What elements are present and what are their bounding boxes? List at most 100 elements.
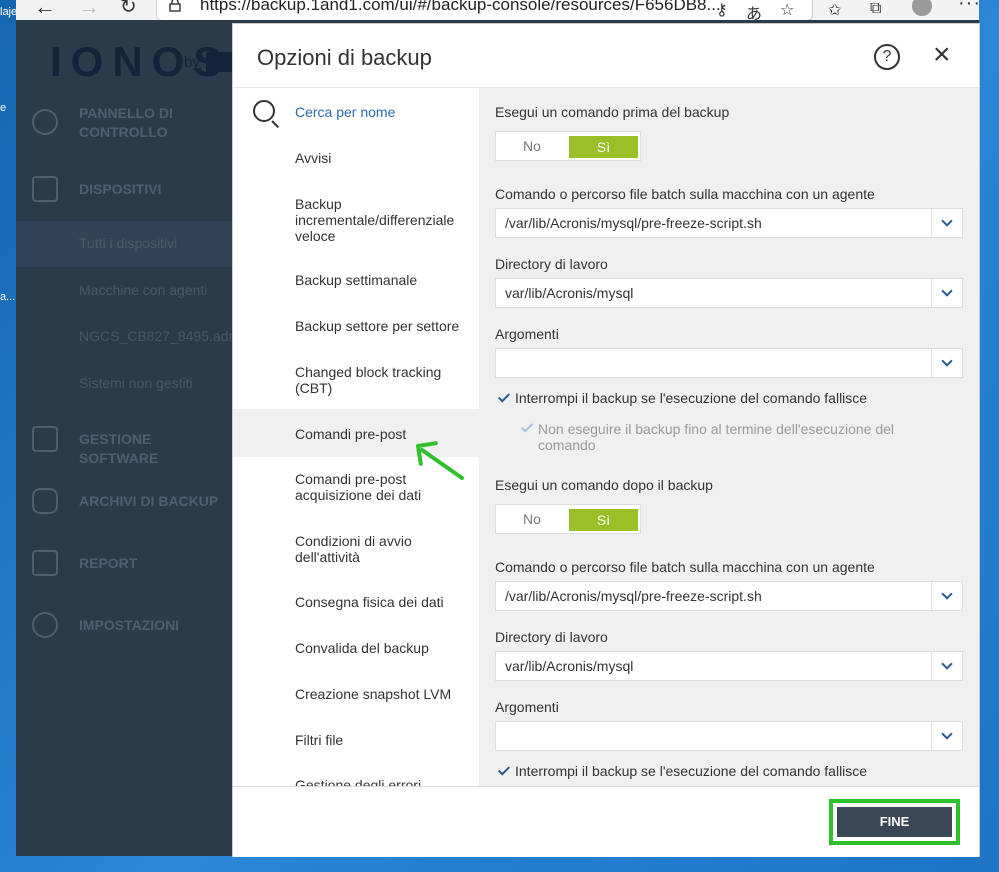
pre-workdir-label: Directory di lavoro [495, 256, 608, 272]
logo-by-text: by [184, 54, 200, 71]
options-list: Cerca per nome Avvisi Backup incremental… [233, 87, 479, 787]
dashboard-icon [32, 109, 58, 135]
option-label: Creazione snapshot LVM [295, 686, 452, 702]
pre-command-label: Esegui un comando prima del backup [495, 104, 730, 120]
field-value: /var/lib/Acronis/mysql/pre-freeze-script… [505, 588, 762, 604]
sidebar-subitem-unmanaged[interactable]: Sistemi non gestiti [79, 375, 193, 391]
toggle-si[interactable]: Sì [569, 136, 638, 158]
lock-icon [169, 0, 181, 12]
post-args-field[interactable] [495, 721, 963, 751]
forward-arrow-icon[interactable]: → [78, 0, 100, 20]
desktop-icon-label[interactable]: a... [0, 291, 15, 303]
option-label: Convalida del backup [295, 640, 429, 656]
help-icon[interactable]: ? [874, 44, 900, 70]
annotation-arrow-icon [416, 441, 464, 480]
option-label: Consegna fisica dei dati [295, 594, 444, 610]
option-label: Backup incrementale/differenziale veloce [295, 196, 455, 244]
search-by-name[interactable]: Cerca per nome [233, 88, 479, 136]
close-icon[interactable]: × [933, 38, 951, 72]
post-workdir-field[interactable]: var/lib/Acronis/mysql [495, 651, 963, 681]
pre-post-settings-panel: Esegui un comando prima del backup No Sì… [479, 87, 979, 787]
option-label: Avvisi [295, 150, 332, 166]
pre-fail-label: Interrompi il backup se l'esecuzione del… [515, 390, 868, 406]
pre-args-label: Argomenti [495, 326, 559, 342]
done-button[interactable]: FINE [837, 807, 952, 837]
post-fail-checkbox[interactable] [497, 764, 511, 778]
sidebar-item-label: REPORT [79, 555, 138, 571]
chevron-down-icon[interactable] [931, 722, 962, 750]
chevron-down-icon[interactable] [931, 279, 962, 307]
post-workdir-label: Directory di lavoro [495, 629, 608, 645]
sidebar-item-archives[interactable]: ARCHIVI DI BACKUP [16, 482, 233, 522]
option-item-weekly-backup[interactable]: Backup settimanale [233, 256, 479, 302]
toggle-si[interactable]: Sì [569, 509, 638, 531]
desktop-icon-label[interactable]: e [0, 102, 6, 114]
gear-icon [32, 612, 58, 638]
back-arrow-icon[interactable]: ← [34, 0, 56, 20]
option-item-sector-by-sector[interactable]: Backup settore per settore [233, 302, 479, 348]
option-label: Filtri file [295, 732, 344, 748]
post-args-label: Argomenti [495, 699, 559, 715]
option-item-physical-delivery[interactable]: Consegna fisica dei dati [233, 581, 479, 627]
post-command-label: Esegui un comando dopo il backup [495, 477, 713, 493]
profile-avatar[interactable] [912, 0, 932, 16]
collections-icon[interactable]: ⧉ [870, 0, 881, 18]
dialog-title: Opzioni di backup [257, 45, 432, 70]
chevron-down-icon[interactable] [931, 582, 962, 610]
option-item-lvm-snapshot[interactable]: Creazione snapshot LVM [233, 673, 479, 719]
option-label: Backup settimanale [295, 272, 418, 288]
sidebar-item-devices[interactable]: DISPOSITIVI [16, 170, 233, 210]
monitor-icon [32, 176, 58, 202]
sidebar-item-software[interactable]: GESTIONE SOFTWARE [16, 420, 233, 466]
pre-workdir-field[interactable]: var/lib/Acronis/mysql [495, 278, 963, 308]
toggle-no[interactable]: No [496, 132, 568, 160]
option-item-alerts[interactable]: Avvisi [233, 136, 479, 180]
pre-command-toggle[interactable]: No Sì [495, 131, 641, 161]
post-fail-label: Interrompi il backup se l'esecuzione del… [515, 763, 868, 779]
search-icon [253, 100, 275, 122]
toggle-no[interactable]: No [496, 505, 568, 533]
sidebar-item-label: GESTIONE SOFTWARE [79, 431, 159, 466]
address-bar[interactable]: https://backup.1and1.com/ui/#/backup-con… [156, 0, 813, 21]
sidebar-item-label: DISPOSITIVI [79, 181, 162, 197]
sidebar-item-dashboard[interactable]: PANNELLO DI CONTROLLO [16, 100, 233, 150]
dialog-footer: FINE [233, 786, 979, 857]
option-item-fast-incremental[interactable]: Backup incrementale/differenziale veloce [233, 180, 479, 256]
search-label: Cerca per nome [295, 104, 396, 120]
sidebar-item-settings[interactable]: IMPOSTAZIONI [16, 606, 233, 646]
option-item-backup-validation[interactable]: Convalida del backup [233, 627, 479, 673]
pre-fail-checkbox[interactable] [497, 391, 511, 405]
sidebar-item-report[interactable]: REPORT [16, 544, 233, 584]
pre-cmd-path-field[interactable]: /var/lib/Acronis/mysql/pre-freeze-script… [495, 208, 963, 238]
refresh-icon[interactable]: ↻ [120, 0, 137, 20]
sidebar-subitem-all-devices[interactable]: Tutti i dispositivi [79, 235, 177, 251]
post-command-toggle[interactable]: No Sì [495, 504, 641, 534]
chevron-down-icon[interactable] [931, 652, 962, 680]
option-item-cbt[interactable]: Changed block tracking (CBT) [233, 348, 479, 409]
option-item-error-handling[interactable]: Gestione degli errori [233, 765, 479, 787]
sidebar-item-label: IMPOSTAZIONI [79, 617, 180, 633]
more-menu-icon[interactable]: ··· [958, 0, 981, 15]
key-icon[interactable]: ⚷ [716, 0, 728, 20]
url-text: https://backup.1and1.com/ui/#/backup-con… [200, 0, 721, 14]
post-cmd-path-field[interactable]: /var/lib/Acronis/mysql/pre-freeze-script… [495, 581, 963, 611]
option-label: Condizioni di avvio dell'attività [295, 533, 412, 565]
pre-wait-label: Non eseguire il backup fino al termine d… [538, 421, 894, 453]
option-label: Backup settore per settore [295, 318, 460, 334]
post-cmd-path-label: Comando o percorso file batch sulla macc… [495, 559, 875, 575]
desktop-icon-label[interactable]: laje [0, 6, 17, 18]
option-item-file-filters[interactable]: Filtri file [233, 719, 479, 765]
download-icon [32, 426, 58, 452]
chevron-down-icon[interactable] [931, 209, 962, 237]
chevron-down-icon[interactable] [931, 349, 962, 377]
favorites-icon[interactable]: ✩ [828, 0, 841, 20]
field-value: var/lib/Acronis/mysql [505, 658, 634, 674]
favorite-add-icon[interactable]: ☆ [780, 0, 794, 20]
1and1-logo-icon [206, 52, 232, 72]
pre-args-field[interactable] [495, 348, 963, 378]
sidebar-subitem-machine[interactable]: NGCS_CB827_8495.adm [79, 328, 240, 344]
option-item-start-conditions[interactable]: Condizioni di avvio dell'attività [233, 519, 479, 581]
sidebar-subitem-agents[interactable]: Macchine con agenti [79, 282, 207, 298]
pre-wait-checkbox[interactable] [520, 421, 534, 435]
field-value: /var/lib/Acronis/mysql/pre-freeze-script… [505, 215, 762, 231]
